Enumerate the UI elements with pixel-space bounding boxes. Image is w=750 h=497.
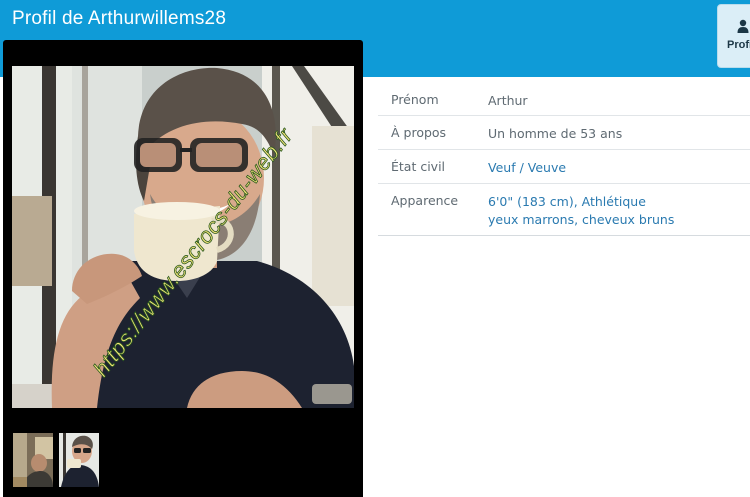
main-profile-photo[interactable]: https://www.escrocs-du-web.fr [12, 66, 354, 408]
profile-details: Prénom Arthur À propos Un homme de 53 an… [378, 83, 750, 236]
detail-value: Arthur [488, 93, 528, 108]
thumbnail-photo-1[interactable] [13, 433, 53, 487]
detail-row-apparence: Apparence 6'0" (183 cm), Athlétique yeux… [378, 184, 750, 236]
thumbnail-image [13, 433, 53, 487]
detail-value-link[interactable]: Veuf / Veuve [488, 159, 566, 177]
detail-label: À propos [391, 125, 447, 140]
detail-row-prenom: Prénom Arthur [378, 83, 750, 116]
detail-label: Prénom [391, 92, 439, 107]
main-photo-image: https://www.escrocs-du-web.fr [12, 66, 354, 408]
thumbnail-photo-2[interactable] [59, 433, 99, 487]
detail-label: État civil [391, 159, 446, 174]
detail-label: Apparence [391, 193, 459, 208]
appearance-line-2[interactable]: yeux marrons, cheveux bruns [488, 211, 674, 229]
tab-profil[interactable]: Profil [717, 4, 750, 68]
page-title: Profil de Arthurwillems28 [12, 8, 227, 29]
detail-value-link: 6'0" (183 cm), Athlétique yeux marrons, … [488, 193, 674, 229]
appearance-line-1[interactable]: 6'0" (183 cm), Athlétique [488, 193, 674, 211]
photo-panel: https://www.escrocs-du-web.fr [3, 40, 363, 497]
user-icon [737, 19, 749, 33]
detail-row-a-propos: À propos Un homme de 53 ans [378, 116, 750, 150]
thumbnail-image [59, 433, 99, 487]
tab-profil-label: Profil [727, 39, 750, 51]
detail-value: Un homme de 53 ans [488, 126, 623, 141]
detail-row-etat-civil: État civil Veuf / Veuve [378, 150, 750, 184]
